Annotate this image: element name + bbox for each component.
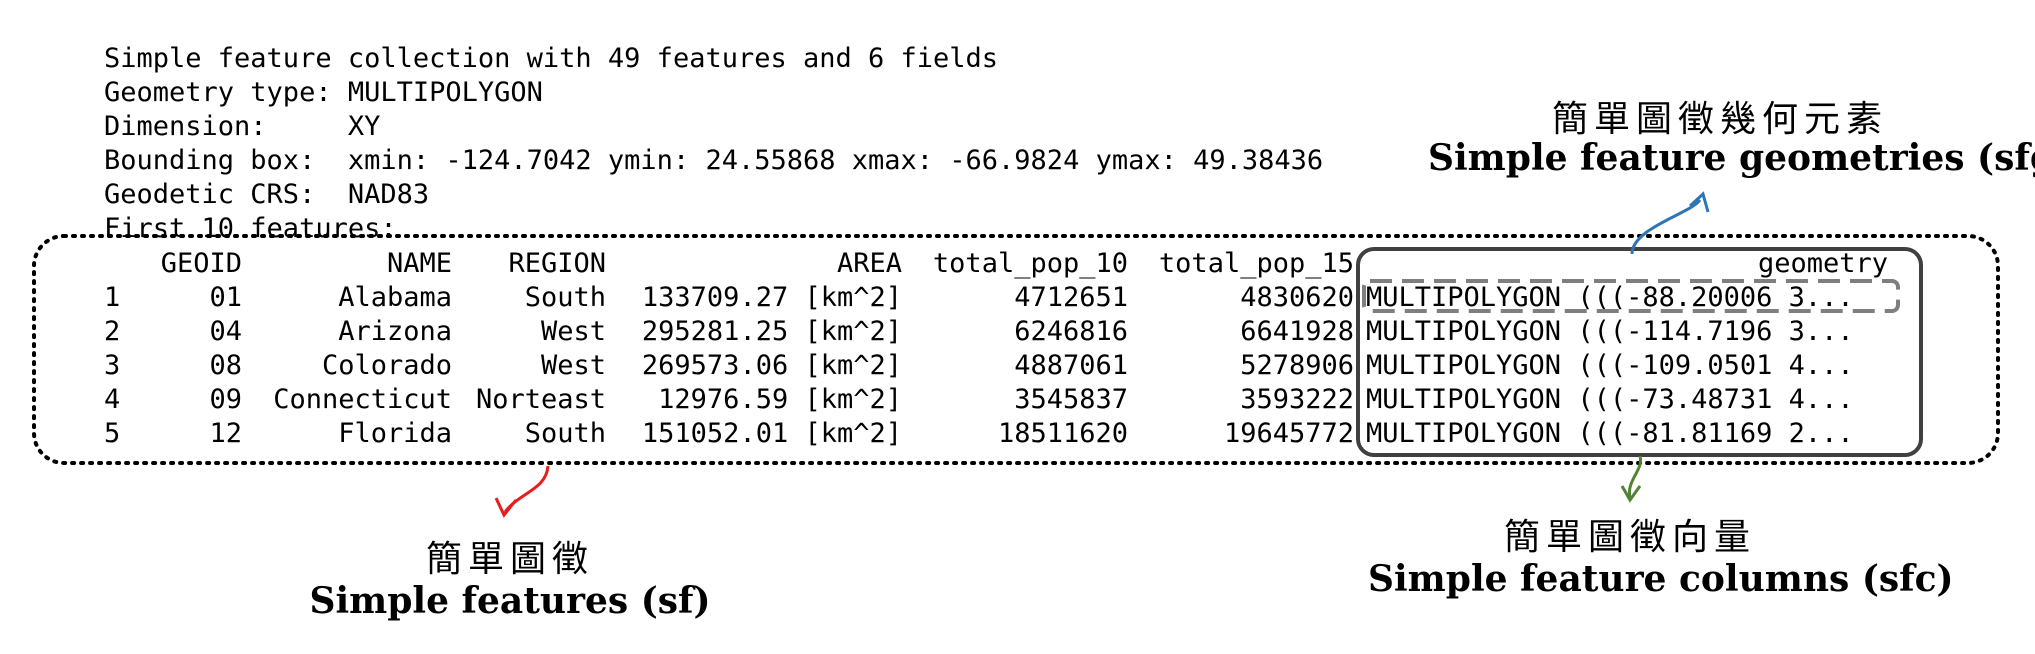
sf-label-en: Simple features (sf) xyxy=(309,580,711,622)
sfc-label-en: Simple feature columns (sfc) xyxy=(1368,558,1954,600)
sfg-label-cjk: 簡單圖徵幾何元素 xyxy=(1551,99,1888,140)
sfc-label-cjk: 簡單圖徵向量 xyxy=(1503,517,1756,558)
sf-dotted-border xyxy=(32,234,2000,465)
sfg-label-en: Simple feature geometries (sfg) xyxy=(1428,137,2035,179)
sf-label-cjk: 簡單圖徵 xyxy=(425,539,594,580)
sfg-cell-dashed-box xyxy=(1362,279,1900,313)
sfg-arrow xyxy=(1630,198,1702,255)
sf-arrowhead xyxy=(494,497,518,518)
